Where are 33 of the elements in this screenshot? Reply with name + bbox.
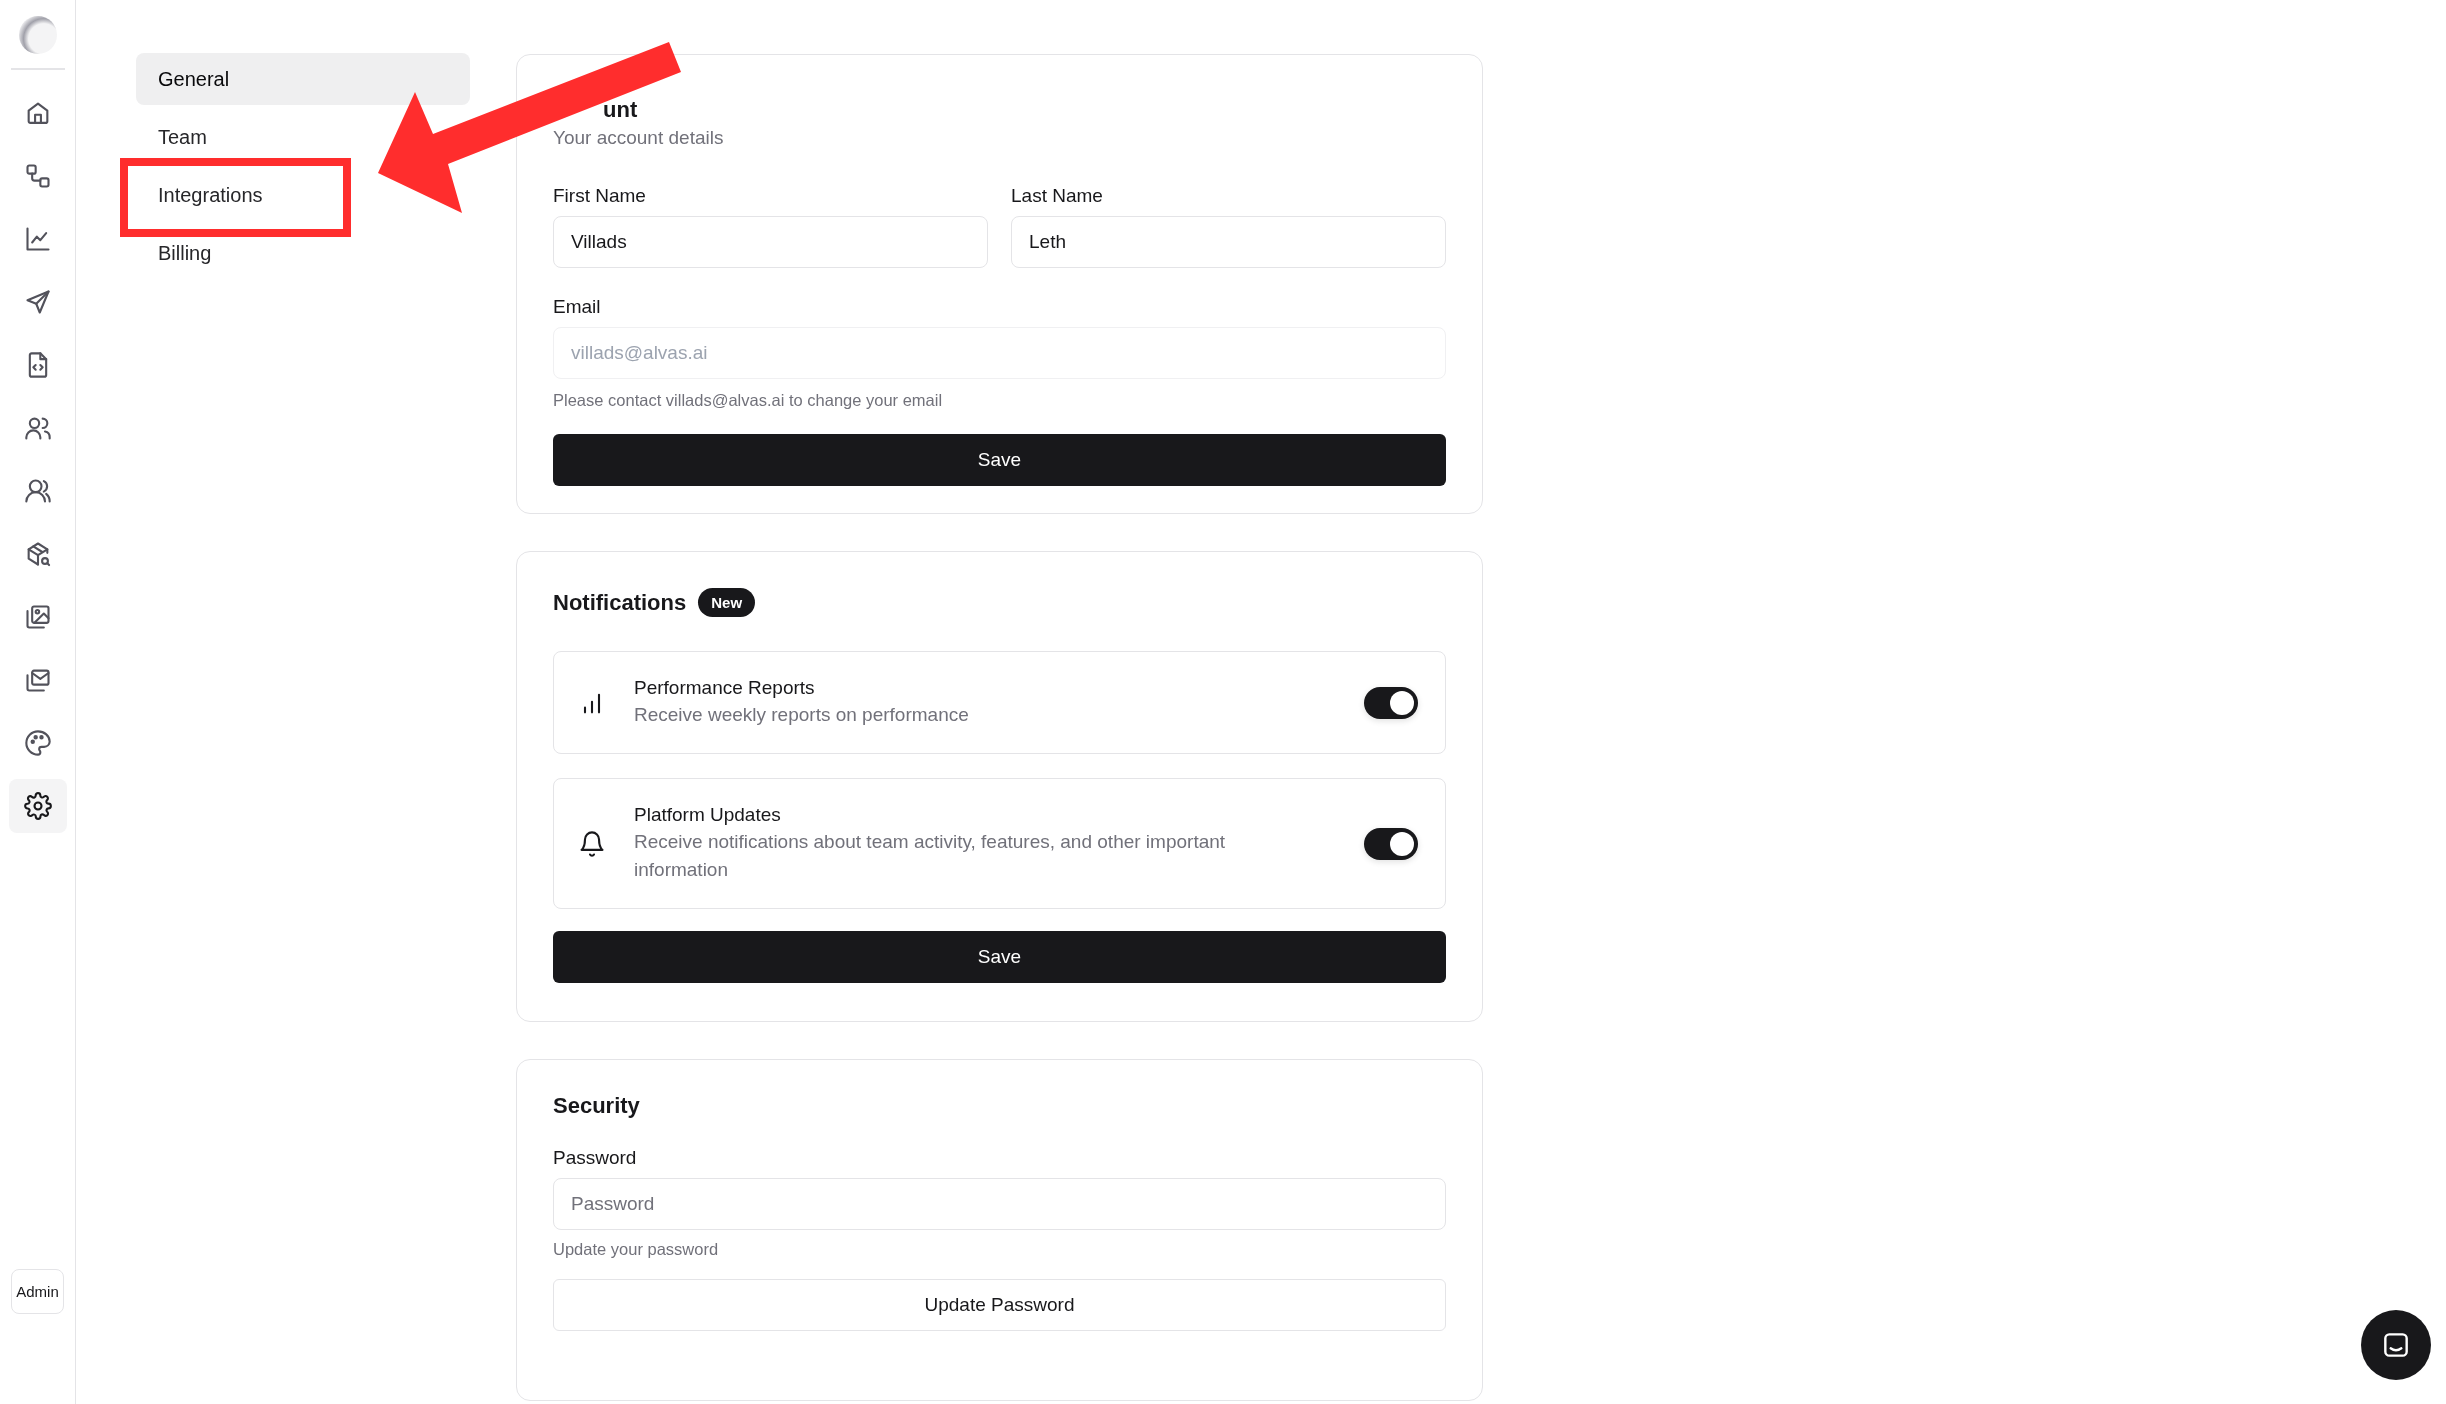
- bell-icon: [578, 829, 606, 858]
- field-label: Email: [553, 296, 602, 318]
- setting-title: Platform Updates: [634, 803, 782, 826]
- field-label: First Name: [553, 185, 647, 207]
- card-subtitle: Your account details: [553, 127, 724, 148]
- toggle-switch[interactable]: [1364, 827, 1418, 860]
- field-label: Password: [553, 1147, 638, 1169]
- users-icon: [23, 476, 52, 505]
- helper-text: Update your password: [553, 1240, 719, 1258]
- images-icon: [23, 602, 52, 631]
- save-button[interactable]: Save: [553, 434, 1446, 486]
- toggle-switch[interactable]: [1364, 686, 1418, 719]
- setting-title: Performance Reports: [634, 676, 816, 699]
- settings-tab[interactable]: General: [136, 53, 470, 105]
- password-field[interactable]: Password: [553, 1178, 1446, 1230]
- save-button[interactable]: Save: [553, 931, 1446, 983]
- card-title: unt: [603, 97, 638, 123]
- line-chart-icon: [23, 224, 52, 253]
- admin-button[interactable]: Admin: [11, 1269, 64, 1314]
- card-title: Security: [553, 1093, 640, 1118]
- text-field[interactable]: Leth: [1011, 216, 1446, 268]
- text-field[interactable]: Villads: [553, 216, 988, 268]
- settings-icon: [23, 791, 52, 820]
- helper-text: Please contact villads@alvas.ai to change your email: [553, 391, 943, 409]
- workflow-icon: [23, 161, 52, 190]
- field-label: Last Name: [1011, 185, 1104, 207]
- new-badge: New: [698, 588, 756, 617]
- setting-description: Receive notifications about team activity, features, and other important information: [634, 829, 1227, 882]
- card-title: Notifications: [553, 589, 687, 616]
- update-password-button[interactable]: Update Password: [553, 1279, 1446, 1331]
- setting-description: Receive weekly reports on performance: [634, 702, 970, 727]
- palette-icon: [23, 728, 52, 757]
- sidebar-nav-button[interactable]: [8, 778, 67, 833]
